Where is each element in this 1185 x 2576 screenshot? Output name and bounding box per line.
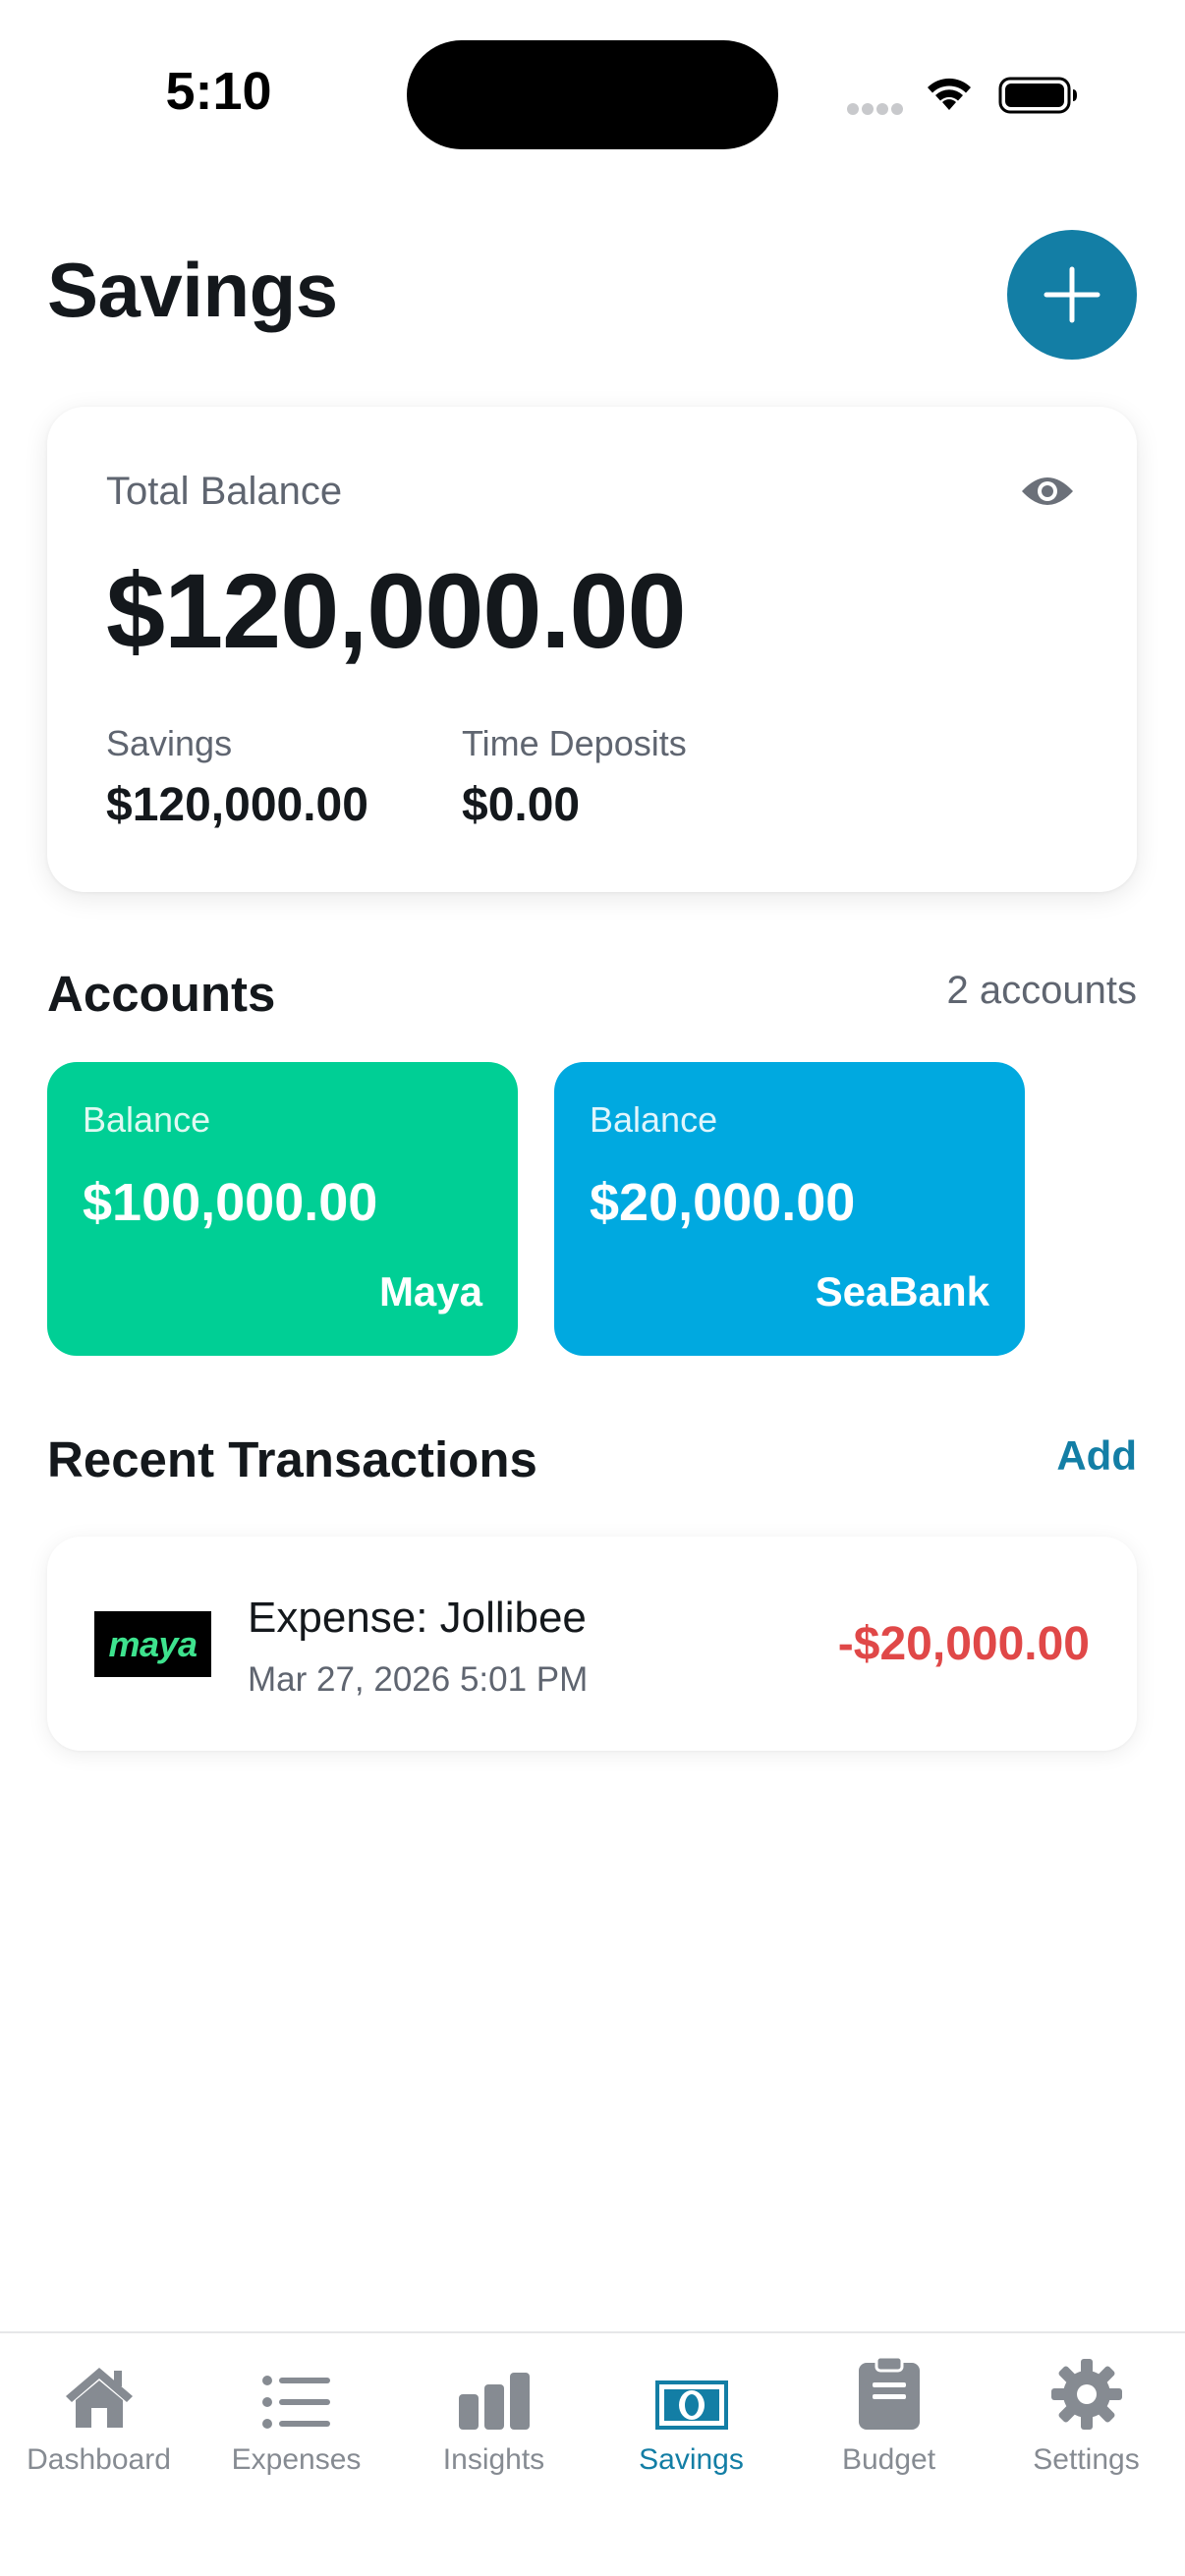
transaction-amount: -$20,000.00 <box>837 1618 1090 1670</box>
savings-breakdown-value: $120,000.00 <box>106 779 368 831</box>
total-balance-card: Total Balance $120,000.00 Savings $120,0… <box>47 407 1137 892</box>
tab-label: Settings <box>1033 2443 1140 2476</box>
tab-dashboard[interactable]: Dashboard <box>0 2333 198 2530</box>
account-card-seabank[interactable]: Balance $20,000.00 SeaBank <box>554 1062 1025 1356</box>
transaction-title: Expense: Jollibee <box>248 1594 587 1642</box>
status-bar: 5:10 <box>0 0 1185 187</box>
tab-settings[interactable]: Settings <box>988 2333 1185 2530</box>
cellular-signal-icon <box>847 102 906 120</box>
eye-icon[interactable] <box>1020 474 1075 509</box>
banknote-icon <box>654 2380 728 2430</box>
clipboard-icon <box>858 2357 920 2430</box>
account-balance-label: Balance <box>83 1099 211 1140</box>
maya-logo: maya <box>94 1611 211 1677</box>
page-title: Savings <box>47 247 338 333</box>
account-card-maya[interactable]: Balance $100,000.00 Maya <box>47 1062 518 1356</box>
transaction-row[interactable]: maya Expense: Jollibee Mar 27, 2026 5:01… <box>47 1537 1137 1751</box>
tab-label: Dashboard <box>27 2443 171 2476</box>
account-name: Maya <box>378 1268 482 1315</box>
time-deposits-label: Time Deposits <box>462 723 687 763</box>
savings-breakdown-label: Savings <box>106 723 233 763</box>
tab-label: Savings <box>639 2443 744 2476</box>
home-icon <box>65 2368 133 2428</box>
total-balance-label: Total Balance <box>106 470 343 513</box>
battery-icon <box>998 77 1077 114</box>
wifi-icon <box>928 78 971 110</box>
status-time: 5:10 <box>165 62 272 121</box>
tab-bar: Dashboard Expenses Insights Savings Budg… <box>0 2331 1185 2576</box>
tab-budget[interactable]: Budget <box>790 2333 988 2530</box>
time-deposits-value: $0.00 <box>462 779 581 831</box>
tab-insights[interactable]: Insights <box>395 2333 592 2530</box>
bar-chart-icon <box>458 2373 530 2430</box>
accounts-title: Accounts <box>47 966 276 1022</box>
account-balance-amount: $100,000.00 <box>83 1173 378 1232</box>
add-button[interactable] <box>1007 230 1137 360</box>
tab-expenses[interactable]: Expenses <box>198 2333 395 2530</box>
dynamic-island <box>407 40 778 149</box>
transaction-date: Mar 27, 2026 5:01 PM <box>248 1660 589 1699</box>
total-balance-amount: $120,000.00 <box>106 551 687 670</box>
account-balance-label: Balance <box>590 1099 718 1140</box>
account-balance-amount: $20,000.00 <box>590 1173 856 1232</box>
accounts-count: 2 accounts <box>946 969 1137 1012</box>
list-icon <box>261 2376 330 2429</box>
tab-label: Expenses <box>231 2443 362 2476</box>
plus-icon <box>1044 266 1100 323</box>
tab-label: Budget <box>841 2443 936 2476</box>
account-name: SeaBank <box>815 1268 989 1315</box>
tab-label: Insights <box>442 2443 545 2476</box>
gear-icon <box>1050 2359 1122 2430</box>
recent-transactions-title: Recent Transactions <box>47 1431 537 1487</box>
add-transaction-button[interactable]: Add <box>1056 1432 1137 1480</box>
tab-savings[interactable]: Savings <box>592 2333 790 2530</box>
